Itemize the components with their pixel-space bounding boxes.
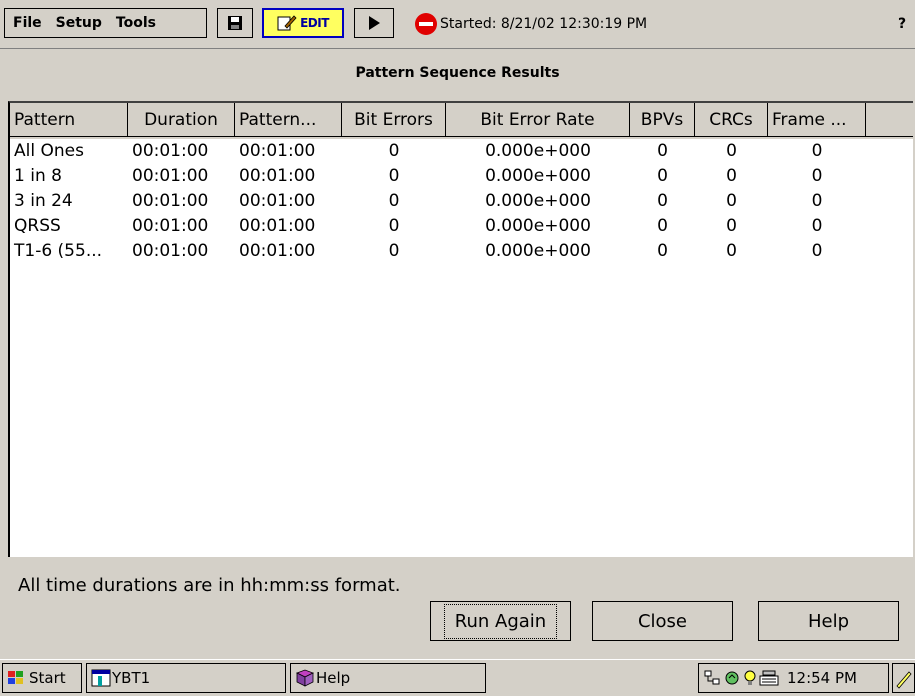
windows-logo-icon — [8, 671, 23, 684]
cell-bit-errors: 0 — [388, 216, 400, 236]
taskbar-item-ybt1[interactable]: YBT1 — [86, 663, 286, 693]
clock[interactable]: 12:54 PM — [787, 669, 857, 687]
cell-crcs: 0 — [726, 191, 737, 211]
cell-bit-error-rate: 0.000e+000 — [485, 241, 591, 261]
taskbar: Start YBT1 Help 12:54 PM — [0, 659, 915, 693]
table-header: Pattern Duration Pattern... Bit Errors B… — [10, 103, 913, 139]
cell-pattern: All Ones — [14, 141, 84, 161]
results-table: Pattern Duration Pattern... Bit Errors B… — [8, 101, 913, 557]
taskbar-item-label: Help — [316, 669, 351, 687]
menu-bar: File Setup Tools — [4, 8, 207, 38]
help-question-button[interactable]: ? — [893, 10, 911, 38]
cell-bpvs: 0 — [657, 166, 668, 186]
lightbulb-icon[interactable] — [743, 669, 757, 687]
column-header-bpvs[interactable]: BPVs — [630, 103, 695, 137]
help-book-icon — [296, 669, 314, 687]
column-header-bit-error-rate[interactable]: Bit Error Rate — [446, 103, 630, 137]
cell-crcs: 0 — [726, 166, 737, 186]
cell-bpvs: 0 — [657, 141, 668, 161]
cell-duration: 00:01:00 — [132, 216, 209, 236]
edit-button[interactable]: EDIT — [262, 8, 344, 38]
column-header-pattern-time[interactable]: Pattern... — [235, 103, 342, 137]
column-header-duration[interactable]: Duration — [128, 103, 235, 137]
cell-frame: 0 — [811, 241, 823, 261]
help-button[interactable]: Help — [758, 601, 899, 641]
page-title: Pattern Sequence Results — [355, 65, 560, 81]
column-header-crcs[interactable]: CRCs — [695, 103, 768, 137]
cell-bit-error-rate: 0.000e+000 — [485, 141, 591, 161]
column-header-frame[interactable]: Frame ... — [768, 103, 866, 137]
cell-bit-errors: 0 — [388, 191, 400, 211]
table-row[interactable]: All Ones 00:01:00 00:01:00 0 0.000e+000 … — [10, 139, 866, 164]
cell-crcs: 0 — [726, 241, 737, 261]
cell-duration: 00:01:00 — [132, 241, 209, 261]
table-row[interactable]: QRSS 00:01:00 00:01:00 0 0.000e+000 0 0 … — [10, 214, 866, 239]
table-body: All Ones 00:01:00 00:01:00 0 0.000e+000 … — [10, 139, 866, 264]
cell-bit-errors: 0 — [388, 166, 400, 186]
cell-pattern: 3 in 24 — [14, 191, 73, 211]
play-icon — [369, 16, 380, 30]
cell-crcs: 0 — [726, 216, 737, 236]
cell-bit-errors: 0 — [388, 141, 400, 161]
table-row[interactable]: 3 in 24 00:01:00 00:01:00 0 0.000e+000 0… — [10, 189, 866, 214]
format-note: All time durations are in hh:mm:ss forma… — [18, 575, 401, 596]
toolbar: File Setup Tools EDIT Started: 8/21/02 1… — [0, 0, 915, 49]
keyboard-icon[interactable] — [759, 669, 779, 687]
close-button[interactable]: Close — [592, 601, 733, 641]
cell-bpvs: 0 — [657, 191, 668, 211]
edit-icon — [277, 15, 297, 31]
run-button[interactable] — [354, 8, 394, 38]
cell-duration: 00:01:00 — [132, 191, 209, 211]
cell-bpvs: 0 — [657, 216, 668, 236]
cell-frame: 0 — [811, 191, 823, 211]
cell-pattern-time: 00:01:00 — [239, 191, 316, 211]
cell-pattern: T1-6 (55... — [14, 241, 103, 261]
cell-bit-error-rate: 0.000e+000 — [485, 216, 591, 236]
cell-pattern-time: 00:01:00 — [239, 166, 316, 186]
column-header-bit-errors[interactable]: Bit Errors — [342, 103, 446, 137]
sync-icon[interactable] — [723, 669, 741, 687]
system-tray: 12:54 PM — [698, 663, 889, 693]
start-button[interactable]: Start — [2, 663, 82, 693]
menu-file[interactable]: File — [13, 15, 42, 31]
cell-pattern-time: 00:01:00 — [239, 216, 316, 236]
menu-tools[interactable]: Tools — [116, 15, 156, 31]
pen-icon — [896, 671, 912, 689]
column-header-blank — [866, 103, 913, 137]
save-button[interactable] — [217, 8, 253, 38]
table-row[interactable]: T1-6 (55... 00:01:00 00:01:00 0 0.000e+0… — [10, 239, 866, 264]
edit-label: EDIT — [300, 16, 329, 30]
cell-duration: 00:01:00 — [132, 166, 209, 186]
stop-icon — [415, 13, 437, 35]
cell-pattern-time: 00:01:00 — [239, 141, 316, 161]
cell-frame: 0 — [811, 166, 823, 186]
started-status: Started: 8/21/02 12:30:19 PM — [440, 16, 648, 32]
cell-frame: 0 — [811, 141, 823, 161]
app-window-icon — [91, 669, 111, 687]
network-icon[interactable] — [703, 669, 721, 687]
cell-pattern: QRSS — [14, 216, 61, 236]
start-label: Start — [29, 669, 66, 687]
cell-pattern-time: 00:01:00 — [239, 241, 316, 261]
taskbar-item-help[interactable]: Help — [290, 663, 486, 693]
floppy-disk-icon — [228, 16, 242, 30]
taskbar-item-label: YBT1 — [112, 669, 151, 687]
cell-crcs: 0 — [726, 141, 737, 161]
run-again-label: Run Again — [443, 603, 558, 639]
cell-frame: 0 — [811, 216, 823, 236]
cell-bit-errors: 0 — [388, 241, 400, 261]
cell-bpvs: 0 — [657, 241, 668, 261]
table-row[interactable]: 1 in 8 00:01:00 00:01:00 0 0.000e+000 0 … — [10, 164, 866, 189]
cell-pattern: 1 in 8 — [14, 166, 62, 186]
cell-bit-error-rate: 0.000e+000 — [485, 166, 591, 186]
cell-bit-error-rate: 0.000e+000 — [485, 191, 591, 211]
column-header-pattern[interactable]: Pattern — [10, 103, 128, 137]
input-panel-button[interactable] — [892, 663, 915, 693]
run-again-button[interactable]: Run Again — [430, 601, 571, 641]
menu-setup[interactable]: Setup — [56, 15, 102, 31]
cell-duration: 00:01:00 — [132, 141, 209, 161]
